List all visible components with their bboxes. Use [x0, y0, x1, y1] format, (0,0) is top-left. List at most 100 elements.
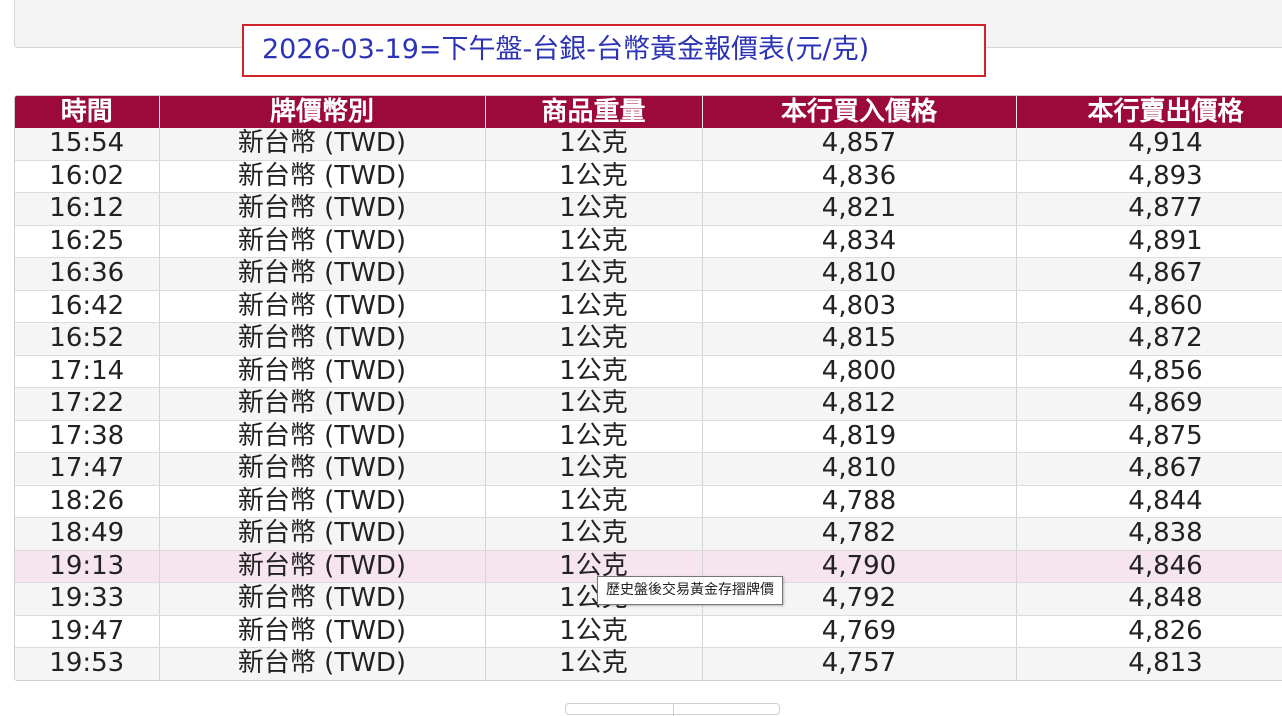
cell-sell-price: 4,838	[1016, 517, 1282, 551]
cell-currency: 新台幣 (TWD)	[159, 452, 486, 486]
cell-weight: 1公克	[485, 420, 703, 453]
table-header-row: 時間 牌價幣別 商品重量 本行買入價格 本行賣出價格	[15, 96, 1282, 128]
row-tooltip: 歷史盤後交易黃金存摺牌價	[597, 576, 783, 605]
cell-buy-price: 4,815	[702, 322, 1017, 356]
cell-buy-price: 4,803	[702, 290, 1017, 323]
table-row[interactable]: 18:49 新台幣 (TWD) 1公克 4,782 4,838	[15, 517, 1282, 551]
cell-currency: 新台幣 (TWD)	[159, 420, 486, 453]
table-row[interactable]: 16:36 新台幣 (TWD) 1公克 4,810 4,867	[15, 257, 1282, 291]
pagination-prev-button[interactable]	[566, 704, 673, 716]
table-row[interactable]: 16:42 新台幣 (TWD) 1公克 4,803 4,860	[15, 290, 1282, 323]
page-title: 2026-03-19=下午盤-台銀-台幣黃金報價表(元/克)	[262, 34, 870, 65]
cell-time: 16:42	[15, 290, 160, 323]
cell-buy-price: 4,819	[702, 420, 1017, 453]
cell-weight: 1公克	[485, 322, 703, 356]
cell-currency: 新台幣 (TWD)	[159, 485, 486, 518]
table-row[interactable]: 16:52 新台幣 (TWD) 1公克 4,815 4,872	[15, 322, 1282, 356]
table-row[interactable]: 17:14 新台幣 (TWD) 1公克 4,800 4,856	[15, 355, 1282, 388]
cell-weight: 1公克	[485, 160, 703, 193]
cell-buy-price: 4,836	[702, 160, 1017, 193]
cell-sell-price: 4,826	[1016, 615, 1282, 648]
cell-weight: 1公克	[485, 225, 703, 258]
cell-currency: 新台幣 (TWD)	[159, 257, 486, 291]
cell-time: 17:38	[15, 420, 160, 453]
cell-weight: 1公克	[485, 647, 703, 680]
cell-buy-price: 4,757	[702, 647, 1017, 680]
cell-weight: 1公克	[485, 257, 703, 291]
cell-sell-price: 4,867	[1016, 257, 1282, 291]
table-row[interactable]: 19:47 新台幣 (TWD) 1公克 4,769 4,826	[15, 615, 1282, 648]
cell-time: 16:02	[15, 160, 160, 193]
cell-sell-price: 4,891	[1016, 225, 1282, 258]
cell-currency: 新台幣 (TWD)	[159, 387, 486, 421]
cell-currency: 新台幣 (TWD)	[159, 160, 486, 193]
cell-sell-price: 4,877	[1016, 192, 1282, 226]
cell-sell-price: 4,914	[1016, 128, 1282, 161]
cell-currency: 新台幣 (TWD)	[159, 582, 486, 616]
cell-currency: 新台幣 (TWD)	[159, 128, 486, 161]
cell-currency: 新台幣 (TWD)	[159, 192, 486, 226]
header-weight: 商品重量	[485, 96, 703, 128]
cell-buy-price: 4,800	[702, 355, 1017, 388]
cell-currency: 新台幣 (TWD)	[159, 322, 486, 356]
table-row[interactable]: 16:02 新台幣 (TWD) 1公克 4,836 4,893	[15, 160, 1282, 193]
cell-sell-price: 4,848	[1016, 582, 1282, 616]
cell-sell-price: 4,867	[1016, 452, 1282, 486]
table-row[interactable]: 17:38 新台幣 (TWD) 1公克 4,819 4,875	[15, 420, 1282, 453]
cell-buy-price: 4,857	[702, 128, 1017, 161]
cell-currency: 新台幣 (TWD)	[159, 225, 486, 258]
cell-sell-price: 4,844	[1016, 485, 1282, 518]
cell-time: 19:13	[15, 550, 160, 583]
cell-currency: 新台幣 (TWD)	[159, 517, 486, 551]
header-time: 時間	[15, 96, 160, 128]
cell-sell-price: 4,869	[1016, 387, 1282, 421]
cell-currency: 新台幣 (TWD)	[159, 355, 486, 388]
title-box: 2026-03-19=下午盤-台銀-台幣黃金報價表(元/克)	[242, 24, 986, 77]
cell-buy-price: 4,810	[702, 257, 1017, 291]
pagination	[565, 703, 781, 716]
cell-sell-price: 4,813	[1016, 647, 1282, 680]
cell-currency: 新台幣 (TWD)	[159, 290, 486, 323]
cell-time: 15:54	[15, 128, 160, 161]
cell-currency: 新台幣 (TWD)	[159, 550, 486, 583]
cell-time: 17:22	[15, 387, 160, 421]
cell-time: 17:47	[15, 452, 160, 486]
cell-currency: 新台幣 (TWD)	[159, 647, 486, 680]
cell-time: 18:26	[15, 485, 160, 518]
header-buy-price: 本行買入價格	[702, 96, 1017, 128]
table-row[interactable]: 16:12 新台幣 (TWD) 1公克 4,821 4,877	[15, 192, 1282, 226]
cell-sell-price: 4,893	[1016, 160, 1282, 193]
cell-sell-price: 4,872	[1016, 322, 1282, 356]
cell-time: 16:36	[15, 257, 160, 291]
cell-weight: 1公克	[485, 387, 703, 421]
cell-weight: 1公克	[485, 355, 703, 388]
table-row[interactable]: 17:22 新台幣 (TWD) 1公克 4,812 4,869	[15, 387, 1282, 421]
cell-weight: 1公克	[485, 192, 703, 226]
pagination-next-button[interactable]	[673, 704, 781, 716]
cell-buy-price: 4,821	[702, 192, 1017, 226]
cell-time: 16:12	[15, 192, 160, 226]
header-currency: 牌價幣別	[159, 96, 486, 128]
cell-weight: 1公克	[485, 615, 703, 648]
table-row[interactable]: 15:54 新台幣 (TWD) 1公克 4,857 4,914	[15, 128, 1282, 161]
title-blank-area	[940, 38, 972, 62]
cell-weight: 1公克	[485, 290, 703, 323]
cell-time: 17:14	[15, 355, 160, 388]
cell-time: 16:52	[15, 322, 160, 356]
table-row[interactable]: 18:26 新台幣 (TWD) 1公克 4,788 4,844	[15, 485, 1282, 518]
cell-time: 19:53	[15, 647, 160, 680]
cell-sell-price: 4,846	[1016, 550, 1282, 583]
cell-weight: 1公克	[485, 485, 703, 518]
cell-buy-price: 4,812	[702, 387, 1017, 421]
table-row[interactable]: 17:47 新台幣 (TWD) 1公克 4,810 4,867	[15, 452, 1282, 486]
cell-sell-price: 4,875	[1016, 420, 1282, 453]
header-sell-price: 本行賣出價格	[1016, 96, 1282, 128]
table-row[interactable]: 16:25 新台幣 (TWD) 1公克 4,834 4,891	[15, 225, 1282, 258]
cell-time: 19:33	[15, 582, 160, 616]
cell-buy-price: 4,810	[702, 452, 1017, 486]
cell-buy-price: 4,782	[702, 517, 1017, 551]
cell-currency: 新台幣 (TWD)	[159, 615, 486, 648]
cell-weight: 1公克	[485, 517, 703, 551]
cell-buy-price: 4,769	[702, 615, 1017, 648]
table-row[interactable]: 19:53 新台幣 (TWD) 1公克 4,757 4,813	[15, 647, 1282, 680]
